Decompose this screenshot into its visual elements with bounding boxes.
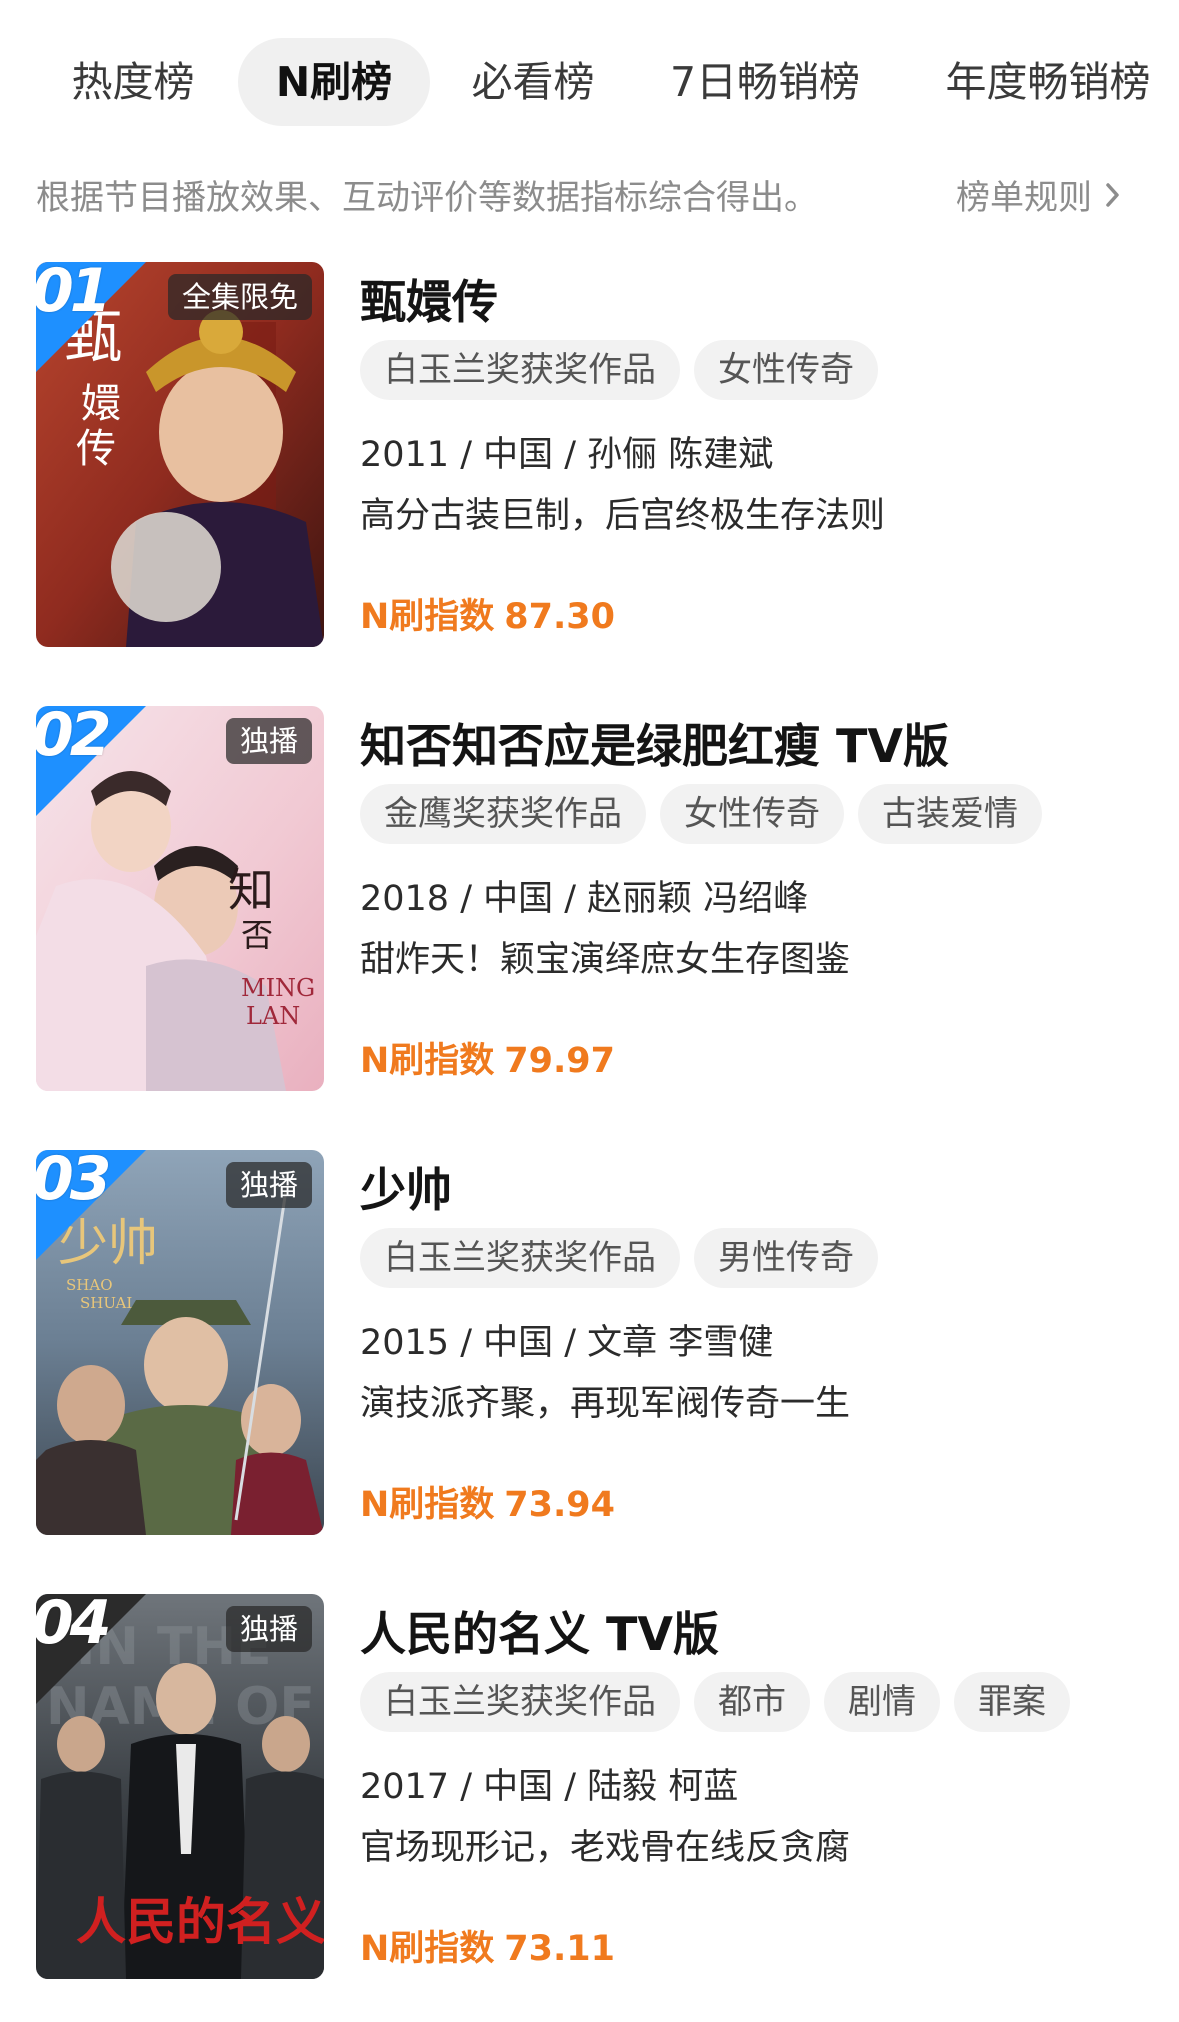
rank-number: 01 [36,262,111,326]
tag-list: 金鹰奖获奖作品 女性传奇 古装爱情 [360,784,1042,844]
tag[interactable]: 剧情 [824,1672,940,1732]
tag[interactable]: 女性传奇 [694,340,878,400]
item-score: N刷指数 87.30 [360,588,615,639]
item-meta: 2015 / 中国 / 文章 李雪健 [360,1323,774,1363]
item-tagline: 演技派齐聚，再现军阀传奇一生 [360,1384,851,1424]
tag[interactable]: 金鹰奖获奖作品 [360,784,646,844]
list-item[interactable]: 少帅 SHAO SHUAI 03 独播 少帅 白玉兰奖获奖作品 男性传奇 201… [0,1150,1179,1540]
item-title[interactable]: 少帅 [360,1154,452,1220]
score-label: N刷指数 [360,1041,495,1081]
score-value: 73.11 [504,1929,616,1969]
item-title[interactable]: 甄嬛传 [360,266,498,332]
poster-badge: 独播 [225,1162,312,1208]
item-score: N刷指数 79.97 [360,1032,615,1083]
tag[interactable]: 女性传奇 [660,784,844,844]
svg-text:MING: MING [241,974,315,1002]
item-tagline: 官场现形记，老戏骨在线反贪腐 [360,1828,851,1868]
item-tagline: 甜炸天！颖宝演绎庶女生存图鉴 [360,940,851,980]
svg-text:否: 否 [241,916,273,954]
tab-must-watch[interactable]: 必看榜 [448,38,618,126]
score-label: N刷指数 [360,1485,495,1525]
score-label: N刷指数 [360,597,495,637]
rules-link[interactable]: 榜单规则 [956,170,1122,219]
item-tagline: 高分古装巨制，后宫终极生存法则 [360,496,886,536]
tab-annual-bestseller[interactable]: 年度畅销榜 [928,38,1168,126]
tag[interactable]: 都市 [694,1672,810,1732]
item-score: N刷指数 73.11 [360,1920,615,1971]
poster-badge: 独播 [225,1606,312,1652]
tag[interactable]: 男性传奇 [694,1228,878,1288]
svg-text:人民的名义: 人民的名义 [76,1892,324,1951]
rank-number: 04 [36,1594,111,1658]
tag[interactable]: 古装爱情 [858,784,1042,844]
rank-number: 02 [36,706,111,770]
svg-text:嬛: 嬛 [81,381,121,427]
item-meta: 2018 / 中国 / 赵丽颖 冯绍峰 [360,879,809,919]
poster-image[interactable]: 甄 嬛 传 01 全集限免 [36,262,324,647]
item-title[interactable]: 人民的名义 TV版 [360,1598,719,1664]
item-score: N刷指数 73.94 [360,1476,615,1527]
list-item[interactable]: 知 否 MING LAN 02 独播 知否知否应是绿肥红瘦 TV版 金鹰奖获奖作… [0,706,1179,1096]
item-meta: 2017 / 中国 / 陆毅 柯蓝 [360,1767,739,1807]
item-meta: 2011 / 中国 / 孙俪 陈建斌 [360,435,774,475]
score-label: N刷指数 [360,1929,495,1969]
score-value: 79.97 [504,1041,616,1081]
chevron-right-icon [1106,182,1119,207]
poster-image[interactable]: IN THE NAME OF 人民的名义 04 独播 [36,1594,324,1979]
ranking-description: 根据节目播放效果、互动评价等数据指标综合得出。 [36,178,818,218]
tag[interactable]: 白玉兰奖获奖作品 [360,340,680,400]
tag[interactable]: 罪案 [954,1672,1070,1732]
tag-list: 白玉兰奖获奖作品 都市 剧情 罪案 [360,1672,1070,1732]
rules-link-label: 榜单规则 [956,178,1092,218]
tag[interactable]: 白玉兰奖获奖作品 [360,1672,680,1732]
ranking-tabs: 热度榜 N刷榜 必看榜 7日畅销榜 年度畅销榜 [0,38,1179,126]
score-value: 87.30 [504,597,616,637]
poster-badge: 独播 [225,718,312,764]
svg-text:LAN: LAN [246,1002,300,1030]
tab-hot[interactable]: 热度榜 [48,38,218,126]
svg-text:知: 知 [228,863,274,917]
tag[interactable]: 白玉兰奖获奖作品 [360,1228,680,1288]
item-title[interactable]: 知否知否应是绿肥红瘦 TV版 [360,710,949,776]
svg-text:传: 传 [76,426,116,472]
svg-text:SHAO: SHAO [66,1276,113,1294]
svg-text:SHUAI: SHUAI [80,1294,132,1312]
tab-n-rewatch[interactable]: N刷榜 [238,38,430,126]
rank-number: 03 [36,1150,111,1214]
tab-7day-bestseller[interactable]: 7日畅销榜 [655,38,875,126]
tag-list: 白玉兰奖获奖作品 女性传奇 [360,340,878,400]
tag-list: 白玉兰奖获奖作品 男性传奇 [360,1228,878,1288]
score-value: 73.94 [504,1485,616,1525]
list-item[interactable]: 甄 嬛 传 01 全集限免 甄嬛传 白玉兰奖获奖作品 女性传奇 2011 / 中… [0,262,1179,652]
poster-image[interactable]: 少帅 SHAO SHUAI 03 独播 [36,1150,324,1535]
list-item[interactable]: IN THE NAME OF 人民的名义 04 独播 人民的名义 TV版 白玉兰… [0,1594,1179,1984]
poster-image[interactable]: 知 否 MING LAN 02 独播 [36,706,324,1091]
poster-badge: 全集限免 [167,274,312,320]
